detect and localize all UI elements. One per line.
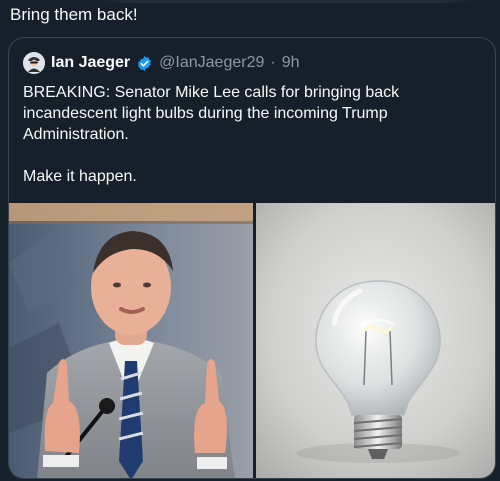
- author-name[interactable]: Ian Jaeger: [51, 54, 130, 72]
- quoted-tweet-header: Ian Jaeger @IanJaeger29 · 9h: [23, 52, 299, 74]
- light-bulb-photo[interactable]: [256, 203, 495, 478]
- senator-photo[interactable]: [9, 203, 253, 478]
- verified-badge-icon: [136, 55, 153, 72]
- tweet-paragraph: BREAKING: Senator Mike Lee calls for bri…: [23, 84, 400, 143]
- quoted-tweet-card[interactable]: Ian Jaeger @IanJaeger29 · 9h BREAKING: S…: [8, 37, 496, 479]
- timestamp[interactable]: 9h: [282, 54, 300, 72]
- avatar-icon[interactable]: [23, 52, 45, 74]
- quoted-tweet-body: BREAKING: Senator Mike Lee calls for bri…: [23, 82, 483, 187]
- media-grid: [9, 203, 495, 478]
- post-text: Bring them back!: [10, 5, 138, 24]
- previous-content-sliver: [96, 0, 476, 3]
- separator-dot: ·: [270, 54, 276, 71]
- tweet-paragraph: Make it happen.: [23, 168, 137, 185]
- author-handle[interactable]: @IanJaeger29: [159, 54, 264, 72]
